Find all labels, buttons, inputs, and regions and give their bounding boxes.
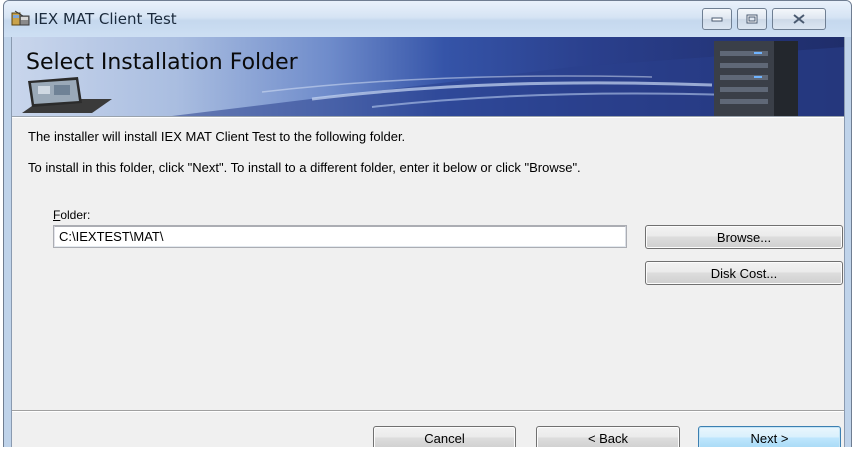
install-instructions: To install in this folder, click "Next".…: [28, 160, 581, 175]
footer-divider: [12, 410, 844, 412]
browse-button[interactable]: Browse...: [645, 225, 843, 249]
dialog-client-area: Select Installation Folder The installer…: [11, 37, 845, 458]
header-banner: Select Installation Folder: [12, 37, 844, 116]
window-title: IEX MAT Client Test: [34, 10, 177, 28]
banner-graphic: [22, 41, 844, 116]
banner-title: Select Installation Folder: [26, 50, 298, 75]
banner-divider: [12, 116, 844, 118]
page-bottom-margin: [0, 447, 855, 459]
maximize-icon: [746, 14, 758, 24]
title-bar[interactable]: IEX MAT Client Test: [4, 1, 851, 37]
minimize-button[interactable]: [702, 8, 732, 30]
install-description: The installer will install IEX MAT Clien…: [28, 129, 406, 144]
minimize-icon: [711, 17, 723, 22]
close-icon: [793, 14, 805, 24]
maximize-button[interactable]: [737, 8, 767, 30]
folder-path-input[interactable]: [53, 225, 627, 248]
close-button[interactable]: [772, 8, 826, 30]
folder-label: Folder:: [53, 208, 90, 222]
disk-cost-button[interactable]: Disk Cost...: [645, 261, 843, 285]
folder-label-text: older:: [60, 208, 91, 222]
installer-window: IEX MAT Client Test Select Installation …: [3, 0, 852, 459]
installer-icon: [11, 10, 31, 28]
